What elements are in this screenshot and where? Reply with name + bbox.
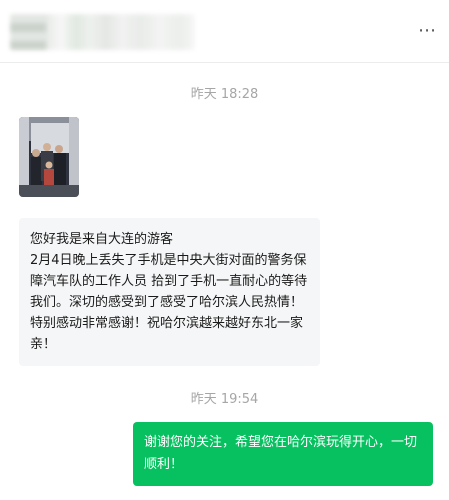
incoming-message[interactable]: 您好我是来自大连的游客 2月4日晚上丢失了手机是中央大街对面的警务保障汽车队的工…	[19, 218, 320, 366]
received-photo[interactable]	[19, 117, 79, 197]
more-options-icon[interactable]: ⋯	[418, 22, 437, 40]
photo-icon	[19, 117, 79, 197]
chat-header: ⋯	[0, 0, 449, 63]
chat-title-blurred	[10, 14, 195, 50]
timestamp-1: 昨天 18:28	[190, 87, 259, 102]
timestamp-2: 昨天 19:54	[190, 392, 259, 407]
outgoing-message[interactable]: 谢谢您的关注，希望您在哈尔滨玩得开心，一切顺利！	[133, 422, 433, 486]
